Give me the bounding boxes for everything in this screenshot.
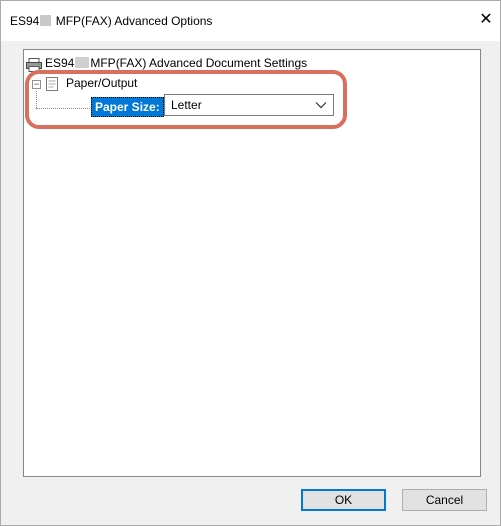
- tree-connector: [36, 91, 37, 108]
- window-title-prefix: ES94: [10, 14, 40, 28]
- cancel-button[interactable]: Cancel: [402, 489, 487, 511]
- chevron-down-icon: [315, 102, 327, 109]
- paper-size-select[interactable]: Letter: [164, 94, 334, 116]
- tree-node-label: Paper/Output: [66, 76, 138, 90]
- redacted-text: [40, 15, 52, 26]
- printer-icon: [26, 58, 42, 72]
- close-button[interactable]: ✕: [474, 9, 498, 31]
- tree-connector: [36, 108, 90, 109]
- settings-tree[interactable]: ES94 MFP(FAX) Advanced Document Settings …: [23, 49, 481, 477]
- tree-root-label-prefix: ES94: [45, 56, 75, 70]
- tree-root-label-suffix: MFP(FAX) Advanced Document Settings: [90, 56, 308, 70]
- redacted-text: [75, 57, 90, 68]
- paper-size-value: Letter: [171, 98, 202, 112]
- advanced-options-dialog: ES94 MFP(FAX) Advanced Options ✕ ES94 MFP…: [0, 0, 501, 526]
- paper-output-icon: [46, 77, 58, 91]
- window-title: ES94 MFP(FAX) Advanced Options: [10, 14, 212, 28]
- close-icon: ✕: [479, 11, 493, 28]
- collapse-toggle[interactable]: −: [32, 80, 41, 89]
- window-title-suffix: MFP(FAX) Advanced Options: [55, 14, 213, 28]
- tree-root-label: ES94 MFP(FAX) Advanced Document Settings: [45, 56, 307, 70]
- paper-size-label[interactable]: Paper Size:: [91, 97, 164, 117]
- ok-button[interactable]: OK: [301, 489, 386, 511]
- title-bar: ES94 MFP(FAX) Advanced Options ✕: [1, 1, 500, 41]
